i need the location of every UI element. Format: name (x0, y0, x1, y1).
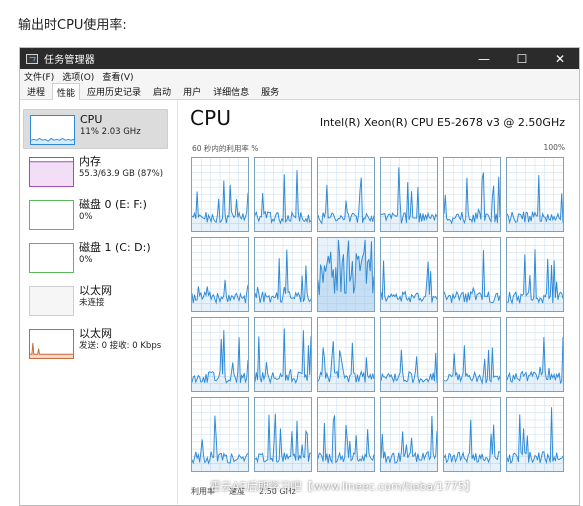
sidebar-item-title: CPU (80, 113, 103, 126)
performance-sidebar: CPU 11% 2.03 GHz 内存 55.3/63.9 GB (87%) 磁… (20, 100, 178, 505)
sidebar-item-disk-1-text: 磁盘 1 (C: D:) 0% (79, 242, 166, 266)
tab-bar: 进程 性能 应用历史记录 启动 用户 详细信息 服务 (20, 82, 579, 100)
sidebar-item-disk-1[interactable]: 磁盘 1 (C: D:) 0% (23, 238, 168, 278)
ethernet-thumb-icon (29, 286, 74, 316)
window-title: 任务管理器 (44, 55, 95, 66)
cpu-core-graph (443, 317, 501, 392)
utilization-label: 60 秒内的利用率 % (192, 144, 259, 153)
cpu-core-graph (191, 317, 249, 392)
cpu-core-graph (191, 157, 249, 232)
sidebar-item-title: 磁盘 0 (E: F:) (79, 198, 147, 211)
titlebar-left: 任务管理器 (26, 51, 95, 66)
utilization-stat-label: 利用率 (191, 486, 215, 496)
cpu-core-graph (317, 237, 375, 312)
titlebar: 任务管理器 — ☐ ✕ (20, 48, 579, 69)
minimize-button[interactable]: — (465, 48, 503, 69)
sidebar-item-memory[interactable]: 内存 55.3/63.9 GB (87%) (23, 152, 168, 192)
maximize-button[interactable]: ☐ (503, 48, 541, 69)
window-controls: — ☐ ✕ (465, 48, 579, 69)
sidebar-item-title: 以太网 (79, 327, 112, 340)
sidebar-item-disk-0-text: 磁盘 0 (E: F:) 0% (79, 199, 166, 223)
tab-services[interactable]: 服务 (256, 82, 284, 99)
disk-thumb-icon (29, 200, 74, 230)
task-manager-window: 任务管理器 — ☐ ✕ 文件(F) 选项(O) 查看(V) 进程 性能 应用历史… (19, 47, 580, 506)
cpu-details-panel: CPU Intel(R) Xeon(R) CPU E5-2678 v3 @ 2.… (183, 100, 579, 505)
cpu-core-graph (317, 317, 375, 392)
speed-stat-label: 速度 (229, 486, 245, 496)
cpu-core-graph (254, 317, 312, 392)
caption-text: 输出时CPU使用率: (18, 18, 127, 33)
sidebar-item-ethernet-0-text: 以太网 未连接 (79, 285, 166, 309)
sidebar-item-disk-0[interactable]: 磁盘 0 (E: F:) 0% (23, 195, 168, 235)
sidebar-item-memory-text: 内存 55.3/63.9 GB (87%) (79, 156, 166, 180)
tab-startup[interactable]: 启动 (148, 82, 176, 99)
cpu-core-graph (443, 397, 501, 472)
tab-details[interactable]: 详细信息 (208, 82, 254, 99)
cpu-core-graph (380, 237, 438, 312)
tab-users[interactable]: 用户 (178, 82, 206, 99)
cpu-core-graph (443, 157, 501, 232)
tab-app-history[interactable]: 应用历史记录 (82, 82, 146, 99)
sidebar-item-subtitle: 11% 2.03 GHz (80, 127, 141, 137)
cpu-core-graph (317, 157, 375, 232)
cpu-thumb-icon (30, 115, 75, 145)
cpu-core-graph (506, 397, 564, 472)
sidebar-item-subtitle: 未连接 (79, 298, 105, 308)
sidebar-item-subtitle: 0% (79, 212, 93, 222)
sidebar-item-subtitle: 发送: 0 接收: 0 Kbps (79, 341, 162, 351)
performance-content: CPU 11% 2.03 GHz 内存 55.3/63.9 GB (87%) 磁… (20, 100, 579, 505)
cpu-core-graph (506, 237, 564, 312)
close-button[interactable]: ✕ (541, 48, 579, 69)
speed-stat-value: 2.50 GHz (259, 486, 296, 496)
sidebar-item-ethernet-1[interactable]: 以太网 发送: 0 接收: 0 Kbps (23, 324, 168, 364)
sidebar-item-subtitle: 0% (79, 255, 93, 265)
task-manager-app-icon (26, 53, 38, 64)
cpu-core-graph (317, 397, 375, 472)
cpu-core-graph (254, 397, 312, 472)
cpu-core-graph (380, 157, 438, 232)
sidebar-item-title: 磁盘 1 (C: D:) (79, 241, 151, 254)
cpu-stats-row: 利用率 速度 2.50 GHz (191, 484, 569, 498)
sidebar-item-ethernet-1-text: 以太网 发送: 0 接收: 0 Kbps (79, 328, 166, 352)
cpu-core-graph (506, 157, 564, 232)
cpu-core-graph (191, 237, 249, 312)
tab-performance[interactable]: 性能 (52, 83, 81, 100)
sidebar-item-subtitle: 55.3/63.9 GB (87%) (79, 169, 164, 179)
tab-processes[interactable]: 进程 (22, 82, 50, 99)
cpu-model: Intel(R) Xeon(R) CPU E5-2678 v3 @ 2.50GH… (319, 116, 565, 129)
cpu-core-graph (191, 397, 249, 472)
sidebar-item-cpu-text: CPU 11% 2.03 GHz (80, 114, 165, 138)
page-title: CPU (190, 106, 232, 130)
utilization-max-label: 100% (543, 143, 565, 152)
disk-thumb-icon (29, 243, 74, 273)
cpu-core-graph (254, 157, 312, 232)
sidebar-item-ethernet-0[interactable]: 以太网 未连接 (23, 281, 168, 321)
cpu-core-graph (443, 237, 501, 312)
ethernet-thumb-icon (29, 329, 74, 359)
sidebar-item-cpu[interactable]: CPU 11% 2.03 GHz (23, 109, 168, 149)
cpu-core-graph (506, 317, 564, 392)
cpu-core-graph (380, 317, 438, 392)
cpu-core-graph (380, 397, 438, 472)
sidebar-item-title: 以太网 (79, 284, 112, 297)
cpu-core-grid (191, 157, 564, 475)
cpu-core-graph (254, 237, 312, 312)
memory-thumb-icon (29, 157, 74, 187)
sidebar-item-title: 内存 (79, 155, 101, 168)
